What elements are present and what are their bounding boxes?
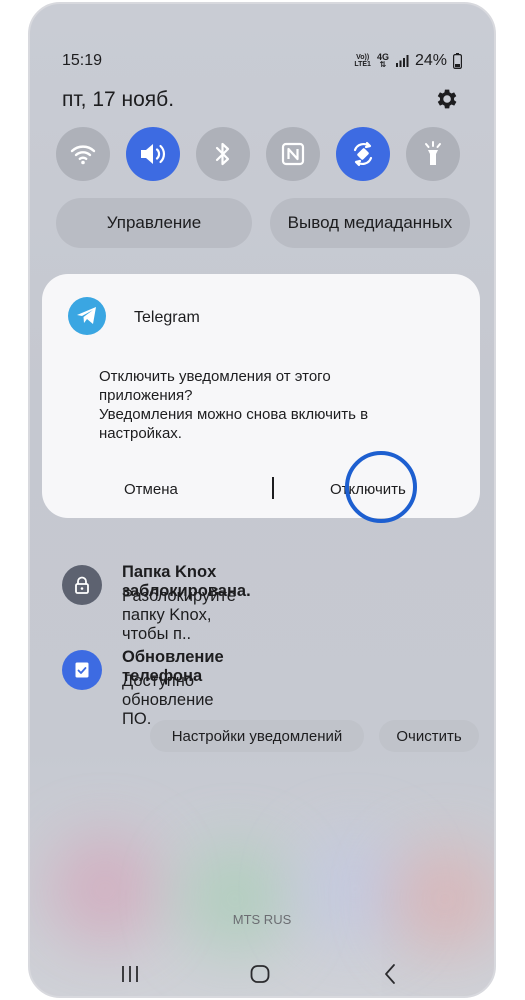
- sound-icon: [141, 144, 165, 164]
- home-icon: [250, 965, 270, 983]
- signal-icon: [395, 55, 409, 67]
- device-control-button[interactable]: Управление: [56, 198, 252, 248]
- wallpaper-blob: [180, 844, 290, 954]
- home-button[interactable]: [248, 962, 272, 986]
- qs-auto-rotate-button[interactable]: [336, 127, 390, 181]
- clear-button[interactable]: Очистить: [379, 720, 479, 752]
- recents-icon: [122, 966, 138, 982]
- battery-percentage: 24%: [414, 52, 447, 69]
- dialog-detail: Уведомления можно снова включить в настр…: [99, 406, 369, 442]
- qs-wifi-button[interactable]: [56, 127, 110, 181]
- app-name: Telegram: [134, 309, 200, 326]
- tap-highlight-circle: [345, 451, 417, 523]
- notification-body: Разблокируйте папку Knox, чтобы п..: [122, 587, 236, 643]
- status-indicators: Vo)) LTE1 4G ⇅ 24%: [354, 52, 462, 70]
- status-time: 15:19: [62, 52, 103, 69]
- wallpaper-blob: [50, 834, 160, 944]
- notification-settings-button[interactable]: Настройки уведомлений: [150, 720, 364, 752]
- padlock-glyph: [75, 576, 89, 594]
- quick-settings-row: [56, 127, 476, 183]
- auto-rotate-icon: [353, 141, 373, 167]
- turn-off-notifications-dialog: Telegram Отключить уведомления от этого …: [42, 274, 480, 523]
- date-label: пт, 17 нояб.: [62, 88, 175, 111]
- qs-nfc-button[interactable]: [266, 127, 320, 181]
- volte-top-label: Vo)): [356, 54, 370, 61]
- paper-plane-icon: [77, 307, 96, 324]
- update-icon: [62, 650, 102, 690]
- volte-bottom-label: LTE1: [354, 61, 371, 68]
- carrier-label: MTS RUS: [232, 912, 292, 927]
- qs-sound-button[interactable]: [126, 127, 180, 181]
- qs-bluetooth-button[interactable]: [196, 127, 250, 181]
- button-divider: [272, 477, 274, 499]
- media-output-button[interactable]: Вывод медиаданных: [270, 198, 470, 248]
- telegram-icon: [68, 297, 106, 335]
- lock-icon: [62, 565, 102, 605]
- back-icon: [385, 964, 395, 984]
- cancel-button[interactable]: Отмена: [124, 481, 178, 498]
- wifi-icon: [70, 145, 96, 165]
- wallpaper-blob: [390, 844, 494, 954]
- data-arrows-icon: ⇅: [379, 60, 387, 69]
- flashlight-icon: [425, 141, 441, 165]
- volte-indicator: Vo)) LTE1: [354, 54, 371, 68]
- dialog-text: Отключить уведомления от этого приложени…: [99, 367, 419, 443]
- phone-screen: 15:19 Vo)) LTE1 4G ⇅ 24% пт, 17 нояб. Уп…: [28, 2, 496, 998]
- qs-flashlight-button[interactable]: [406, 127, 460, 181]
- bluetooth-icon: [215, 142, 230, 166]
- gear-icon[interactable]: [433, 86, 459, 112]
- recents-button[interactable]: [118, 962, 142, 986]
- back-button[interactable]: [378, 962, 402, 986]
- dialog-message: Отключить уведомления от этого приложени…: [99, 368, 331, 404]
- network-indicator: 4G ⇅: [377, 53, 389, 69]
- checklist-glyph: [75, 662, 89, 678]
- battery-icon: [453, 53, 462, 69]
- status-bar: 15:19 Vo)) LTE1 4G ⇅ 24%: [62, 52, 462, 72]
- nfc-icon: [281, 142, 305, 166]
